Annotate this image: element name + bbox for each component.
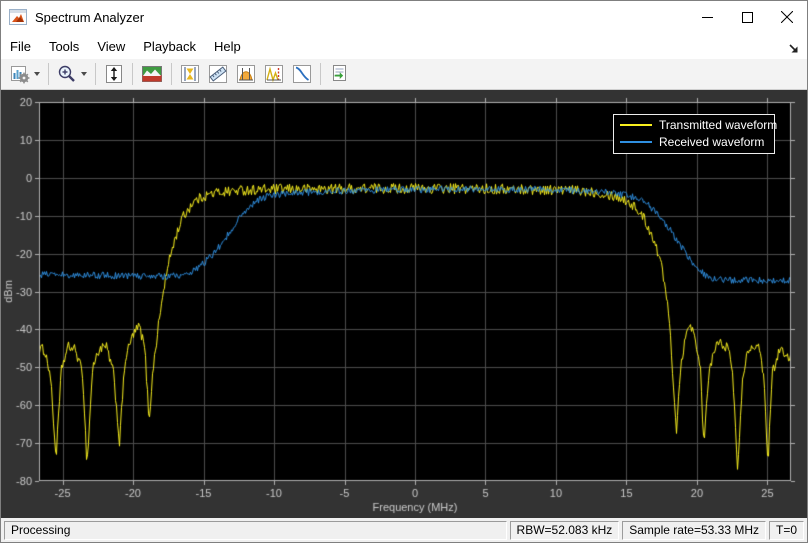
peak-finder-ruler-icon (208, 64, 228, 84)
zoom-dropdown-icon[interactable] (81, 72, 87, 76)
legend-swatch-transmitted (620, 124, 652, 126)
status-sample-rate: Sample rate=53.33 MHz (622, 521, 766, 540)
menu-item-tools[interactable]: Tools (40, 35, 88, 58)
ccdf-measurements-button[interactable] (288, 61, 316, 87)
close-button[interactable] (767, 1, 807, 33)
minimize-icon (702, 12, 713, 23)
dock-icon[interactable] (787, 42, 801, 56)
plot-region: Transmitted waveform Received waveform (1, 90, 807, 518)
playback-button[interactable] (325, 61, 353, 87)
spectrum-spectrogram-view-icon (141, 64, 163, 84)
distortion-measurements-icon (264, 64, 284, 84)
menubar: File Tools View Playback Help (1, 33, 807, 59)
zoom-button[interactable] (53, 61, 91, 87)
maximize-button[interactable] (727, 1, 767, 33)
titlebar: Spectrum Analyzer (1, 1, 807, 33)
scale-y-axis-button[interactable] (100, 61, 128, 87)
toolbar-separator (132, 63, 133, 85)
channel-measurements-button[interactable] (232, 61, 260, 87)
toolbar (1, 59, 807, 90)
legend-item-transmitted: Transmitted waveform (620, 118, 768, 132)
spectrum-view-button[interactable] (137, 61, 167, 87)
zoom-in-icon (57, 64, 77, 84)
spectrum-settings-button[interactable] (6, 61, 44, 87)
ccdf-measurements-icon (292, 64, 312, 84)
legend-item-received: Received waveform (620, 135, 768, 149)
distortion-measurements-button[interactable] (260, 61, 288, 87)
playback-icon (329, 64, 349, 84)
menu-item-help[interactable]: Help (205, 35, 250, 58)
legend-label: Received waveform (659, 135, 764, 149)
menu-item-playback[interactable]: Playback (134, 35, 205, 58)
menu-item-view[interactable]: View (88, 35, 134, 58)
legend-swatch-received (620, 141, 652, 143)
toolbar-separator (95, 63, 96, 85)
toolbar-separator (171, 63, 172, 85)
menu-item-file[interactable]: File (1, 35, 40, 58)
status-rbw: RBW=52.083 kHz (510, 521, 620, 540)
minimize-button[interactable] (687, 1, 727, 33)
window-title: Spectrum Analyzer (35, 10, 144, 25)
peak-finder-button[interactable] (204, 61, 232, 87)
spectrum-analyzer-window: Spectrum Analyzer File Tools View Playba… (0, 0, 808, 543)
spectrum-plot[interactable] (1, 90, 807, 518)
channel-measurements-icon (236, 64, 256, 84)
status-bar: Processing RBW=52.083 kHz Sample rate=53… (1, 518, 807, 542)
close-icon (781, 11, 793, 23)
legend[interactable]: Transmitted waveform Received waveform (613, 114, 775, 154)
toolbar-separator (320, 63, 321, 85)
cursor-measurements-icon (180, 64, 200, 84)
legend-label: Transmitted waveform (659, 118, 777, 132)
status-time: T=0 (769, 521, 804, 540)
toolbar-separator (48, 63, 49, 85)
app-icon (9, 9, 27, 25)
scale-y-axis-icon (104, 64, 124, 84)
status-processing: Processing (4, 521, 507, 540)
maximize-icon (742, 12, 753, 23)
spectrum-settings-dropdown-icon[interactable] (34, 72, 40, 76)
spectrum-settings-icon (10, 64, 30, 84)
cursor-measurements-button[interactable] (176, 61, 204, 87)
